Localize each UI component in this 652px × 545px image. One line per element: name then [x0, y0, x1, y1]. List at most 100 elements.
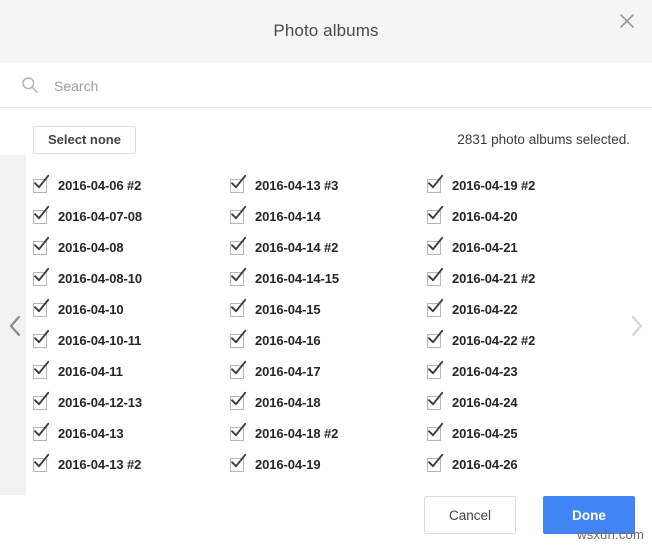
selected-count-label: 2831 photo albums selected.	[457, 132, 630, 147]
album-list-item[interactable]: 2016-04-13 #3	[230, 170, 427, 201]
album-checkbox[interactable]	[230, 391, 247, 410]
album-label: 2016-04-16	[255, 333, 321, 348]
album-checkbox[interactable]	[230, 298, 247, 317]
album-label: 2016-04-14-15	[255, 271, 339, 286]
album-list-item[interactable]: 2016-04-19 #2	[427, 170, 624, 201]
album-checkbox[interactable]	[33, 298, 50, 317]
album-list-item[interactable]: 2016-04-25	[427, 418, 624, 449]
album-label: 2016-04-24	[452, 395, 518, 410]
album-list-item[interactable]: 2016-04-16	[230, 325, 427, 356]
album-list-item[interactable]: 2016-04-20	[427, 201, 624, 232]
album-label: 2016-04-18	[255, 395, 321, 410]
album-checkbox[interactable]	[230, 329, 247, 348]
album-label: 2016-04-20	[452, 209, 518, 224]
album-checkbox[interactable]	[427, 298, 444, 317]
album-label: 2016-04-12-13	[58, 395, 142, 410]
album-label: 2016-04-13	[58, 426, 124, 441]
album-checkbox[interactable]	[230, 205, 247, 224]
album-checkbox[interactable]	[230, 174, 247, 193]
album-list-item[interactable]: 2016-04-19	[230, 449, 427, 480]
album-list-item[interactable]: 2016-04-17	[230, 356, 427, 387]
album-label: 2016-04-19 #2	[452, 178, 536, 193]
album-list-item[interactable]: 2016-04-26	[427, 449, 624, 480]
album-list-item[interactable]: 2016-04-24	[427, 387, 624, 418]
search-bar	[0, 63, 652, 108]
album-label: 2016-04-19	[255, 457, 321, 472]
album-label: 2016-04-25	[452, 426, 518, 441]
album-label: 2016-04-07-08	[58, 209, 142, 224]
album-list-item[interactable]: 2016-04-13	[33, 418, 230, 449]
album-label: 2016-04-14 #2	[255, 240, 339, 255]
album-column-1: 2016-04-06 #2 2016-04-07-08 2016-04-08 2016…	[33, 170, 230, 485]
album-checkbox[interactable]	[427, 205, 444, 224]
album-label: 2016-04-06 #2	[58, 178, 142, 193]
album-checkbox[interactable]	[427, 360, 444, 379]
close-icon[interactable]	[612, 6, 642, 36]
album-checkbox[interactable]	[33, 205, 50, 224]
album-list-item[interactable]: 2016-04-08-10	[33, 263, 230, 294]
album-checkbox[interactable]	[230, 453, 247, 472]
chevron-right-icon[interactable]	[628, 313, 646, 339]
album-list-item[interactable]: 2016-04-21 #2	[427, 263, 624, 294]
album-list-item[interactable]: 2016-04-18 #2	[230, 418, 427, 449]
album-checkbox[interactable]	[427, 391, 444, 410]
album-label: 2016-04-10-11	[58, 333, 142, 348]
chevron-left-icon[interactable]	[6, 313, 24, 339]
album-label: 2016-04-13 #3	[255, 178, 339, 193]
album-list-item[interactable]: 2016-04-23	[427, 356, 624, 387]
page-title: Photo albums	[273, 21, 379, 40]
album-list-item[interactable]: 2016-04-10-11	[33, 325, 230, 356]
album-label: 2016-04-10	[58, 302, 124, 317]
album-checkbox[interactable]	[427, 422, 444, 441]
album-list-item[interactable]: 2016-04-15	[230, 294, 427, 325]
album-label: 2016-04-08-10	[58, 271, 142, 286]
album-list-item[interactable]: 2016-04-22 #2	[427, 325, 624, 356]
album-list-item[interactable]: 2016-04-14 #2	[230, 232, 427, 263]
album-label: 2016-04-22 #2	[452, 333, 536, 348]
album-checkbox[interactable]	[427, 453, 444, 472]
album-list-item[interactable]: 2016-04-10	[33, 294, 230, 325]
album-checkbox[interactable]	[230, 267, 247, 286]
album-label: 2016-04-17	[255, 364, 321, 379]
album-list-item[interactable]: 2016-04-11	[33, 356, 230, 387]
album-list-item[interactable]: 2016-04-07-08	[33, 201, 230, 232]
album-checkbox[interactable]	[33, 329, 50, 348]
dialog-footer: Cancel Done	[0, 485, 652, 545]
album-label: 2016-04-14	[255, 209, 321, 224]
album-label: 2016-04-21	[452, 240, 518, 255]
album-checkbox[interactable]	[33, 422, 50, 441]
search-icon	[21, 76, 39, 94]
done-button[interactable]: Done	[543, 496, 635, 534]
album-checkbox[interactable]	[33, 360, 50, 379]
album-checkbox[interactable]	[427, 329, 444, 348]
album-list-item[interactable]: 2016-04-06 #2	[33, 170, 230, 201]
album-checkbox[interactable]	[33, 174, 50, 193]
album-checkbox[interactable]	[33, 236, 50, 255]
album-list-item[interactable]: 2016-04-12-13	[33, 387, 230, 418]
album-list-item[interactable]: 2016-04-18	[230, 387, 427, 418]
album-checkbox[interactable]	[33, 391, 50, 410]
album-label: 2016-04-21 #2	[452, 271, 536, 286]
cancel-button[interactable]: Cancel	[424, 496, 516, 534]
select-none-button[interactable]: Select none	[33, 126, 136, 154]
search-input[interactable]	[52, 74, 576, 98]
album-checkbox[interactable]	[230, 422, 247, 441]
album-checkbox[interactable]	[33, 267, 50, 286]
album-list-item[interactable]: 2016-04-13 #2	[33, 449, 230, 480]
album-list-item[interactable]: 2016-04-14-15	[230, 263, 427, 294]
album-checkbox[interactable]	[427, 236, 444, 255]
album-label: 2016-04-22	[452, 302, 518, 317]
album-label: 2016-04-26	[452, 457, 518, 472]
album-list-item[interactable]: 2016-04-14	[230, 201, 427, 232]
album-list-item[interactable]: 2016-04-22	[427, 294, 624, 325]
album-checkbox[interactable]	[230, 360, 247, 379]
album-checkbox[interactable]	[33, 453, 50, 472]
album-checkbox[interactable]	[427, 267, 444, 286]
album-checkbox[interactable]	[230, 236, 247, 255]
dialog-header: Photo albums	[0, 0, 652, 62]
album-grid: 2016-04-06 #2 2016-04-07-08 2016-04-08 2016…	[0, 170, 652, 485]
album-list-item[interactable]: 2016-04-08	[33, 232, 230, 263]
album-checkbox[interactable]	[427, 174, 444, 193]
album-toolbar: Select none 2831 photo albums selected.	[0, 120, 652, 160]
album-list-item[interactable]: 2016-04-21	[427, 232, 624, 263]
